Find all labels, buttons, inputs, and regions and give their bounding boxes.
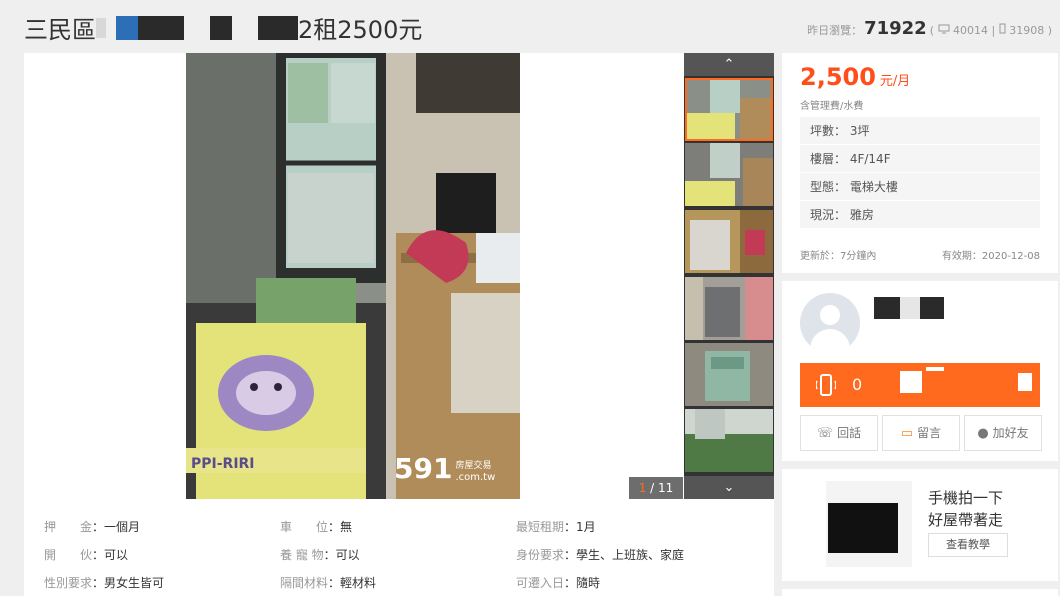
attr-floor: 樓層： 4F/14F bbox=[800, 145, 1040, 173]
attr-size: 坪數： 3坪 bbox=[800, 117, 1040, 145]
watermark-url: .com.tw bbox=[455, 472, 496, 483]
add-friend-button[interactable]: ● 加好友 bbox=[964, 415, 1042, 451]
view-tutorial-button[interactable]: 查看教學 bbox=[928, 533, 1008, 557]
title-district: 三民區 bbox=[24, 16, 96, 44]
phone-icon bbox=[814, 373, 838, 397]
phone-redaction bbox=[926, 367, 944, 371]
views-mobile: 31908 bbox=[1009, 24, 1045, 37]
next-card-edge bbox=[782, 589, 1058, 596]
detail-cooking: 開 伙：可以 bbox=[44, 548, 129, 562]
svg-text:PPI-RIRI: PPI-RIRI bbox=[191, 456, 255, 472]
title-redaction bbox=[116, 15, 138, 40]
photo-gallery: PPI-RIRI 591 房屋交易 .com.tw 1 / 11 ⌃ ⌄ bbox=[24, 53, 774, 499]
watermark-text: 房屋交易 bbox=[455, 461, 492, 471]
photo-counter: 1 / 11 bbox=[629, 477, 683, 499]
qr-code bbox=[826, 481, 912, 567]
thumbnail[interactable] bbox=[685, 78, 773, 141]
expiry-date: 有效期：2020-12-08 bbox=[941, 251, 1040, 262]
thumbnail[interactable] bbox=[685, 343, 773, 406]
title-redaction bbox=[210, 15, 232, 40]
detail-pets: 養 寵 物：可以 bbox=[280, 548, 360, 562]
thumbnail-image bbox=[685, 143, 773, 206]
title-redaction bbox=[96, 17, 106, 38]
updated-time: 更新於：7分鐘內 bbox=[800, 251, 877, 262]
phone-button[interactable]: 0 bbox=[800, 363, 1040, 407]
detail-deposit: 押 金：一個月 bbox=[44, 520, 141, 534]
name-redaction bbox=[874, 297, 900, 319]
thumbnail-strip: ⌃ ⌄ bbox=[684, 53, 774, 499]
phone-redaction bbox=[900, 371, 922, 393]
thumbnail[interactable] bbox=[685, 277, 773, 340]
message-button[interactable]: ▭ 留言 bbox=[882, 415, 960, 451]
views-breakdown: ( 40014 | 31908 ) bbox=[929, 23, 1052, 37]
detail-gender: 性別要求：男女生皆可 bbox=[44, 576, 165, 590]
attr-status: 現況： 雅房 bbox=[800, 201, 1040, 229]
detail-min-lease: 最短租期：1月 bbox=[516, 520, 596, 534]
title-redaction bbox=[258, 15, 298, 40]
rent-price: 2,500 元/月 bbox=[800, 63, 910, 91]
thumbnail-image bbox=[685, 78, 773, 141]
photo-counter-total: / 11 bbox=[650, 481, 674, 495]
views-pc: 40014 bbox=[953, 24, 988, 37]
view-stats: 昨日瀏覽： 71922 ( 40014 | 31908 ) bbox=[807, 18, 1052, 39]
thumbnail[interactable] bbox=[685, 409, 773, 472]
name-redaction bbox=[920, 297, 944, 319]
listing-title: 三民區 2租2500元 bbox=[24, 10, 422, 45]
app-download-card: 手機拍一下 好屋帶著走 查看教學 bbox=[782, 469, 1058, 581]
watermark-logo: 591 bbox=[394, 452, 453, 485]
detail-parking: 車 位：無 bbox=[280, 520, 353, 534]
chevron-down-icon: ⌄ bbox=[723, 480, 735, 495]
photo-counter-current: 1 bbox=[638, 481, 647, 495]
price-note: 含管理費/水費 bbox=[800, 101, 864, 112]
thumb-next-button[interactable]: ⌄ bbox=[684, 476, 774, 499]
name-redaction bbox=[900, 297, 920, 319]
detail-identity: 身份要求：學生、上班族、家庭 bbox=[516, 548, 685, 562]
thumbnail-image bbox=[685, 210, 773, 273]
main-photo[interactable]: PPI-RIRI 591 房屋交易 .com.tw bbox=[186, 53, 520, 499]
thumbnail-image bbox=[685, 277, 773, 340]
chat-bubble-icon: ● bbox=[977, 426, 989, 441]
call-back-button[interactable]: ☏ 回話 bbox=[800, 415, 878, 451]
views-label: 昨日瀏覽： bbox=[807, 24, 863, 37]
thumbnail-image bbox=[685, 343, 773, 406]
phone-icon: ☏ bbox=[816, 426, 834, 441]
thumbnail[interactable] bbox=[685, 210, 773, 273]
thumbnail[interactable] bbox=[685, 143, 773, 206]
title-text: 2租2500元 bbox=[298, 16, 423, 44]
views-count: 71922 bbox=[864, 18, 927, 39]
chevron-up-icon: ⌃ bbox=[723, 57, 735, 72]
desktop-icon bbox=[938, 24, 949, 34]
attr-type: 型態： 電梯大樓 bbox=[800, 173, 1040, 201]
app-promo-text: 手機拍一下 好屋帶著走 bbox=[928, 489, 1004, 529]
rental-details: 押 金：一個月 車 位：無 最短租期：1月 開 伙：可以 養 寵 物：可以 身份… bbox=[24, 499, 774, 596]
listing-header: 三民區 2租2500元 昨日瀏覽： 71922 ( 40014 | 31908 … bbox=[0, 0, 1060, 52]
title-redaction bbox=[138, 15, 184, 40]
phone-number: 0 bbox=[852, 375, 863, 394]
rent-amount: 2,500 bbox=[800, 63, 876, 91]
thumbnail-image bbox=[685, 409, 773, 472]
room-photo-image: PPI-RIRI bbox=[186, 53, 520, 499]
avatar bbox=[800, 293, 860, 353]
watermark: 591 房屋交易 .com.tw bbox=[394, 452, 496, 485]
phone-redaction bbox=[1018, 373, 1032, 391]
detail-move-in: 可遷入日：隨時 bbox=[516, 576, 601, 590]
message-icon: ▭ bbox=[900, 426, 914, 441]
price-card: 2,500 元/月 含管理費/水費 坪數： 3坪 樓層： 4F/14F 型態： 電… bbox=[782, 53, 1058, 273]
rent-unit: 元/月 bbox=[879, 74, 911, 89]
property-attributes: 坪數： 3坪 樓層： 4F/14F 型態： 電梯大樓 現況： 雅房 bbox=[800, 117, 1040, 229]
contact-card: 0 ☏ 回話 ▭ 留言 ● 加好友 bbox=[782, 281, 1058, 461]
title-redaction bbox=[238, 15, 252, 40]
thumb-prev-button[interactable]: ⌃ bbox=[684, 53, 774, 76]
title-redaction bbox=[190, 15, 204, 40]
qr-redaction bbox=[828, 503, 898, 553]
mobile-icon bbox=[999, 23, 1006, 34]
detail-partition: 隔間材料：輕材料 bbox=[280, 576, 377, 590]
